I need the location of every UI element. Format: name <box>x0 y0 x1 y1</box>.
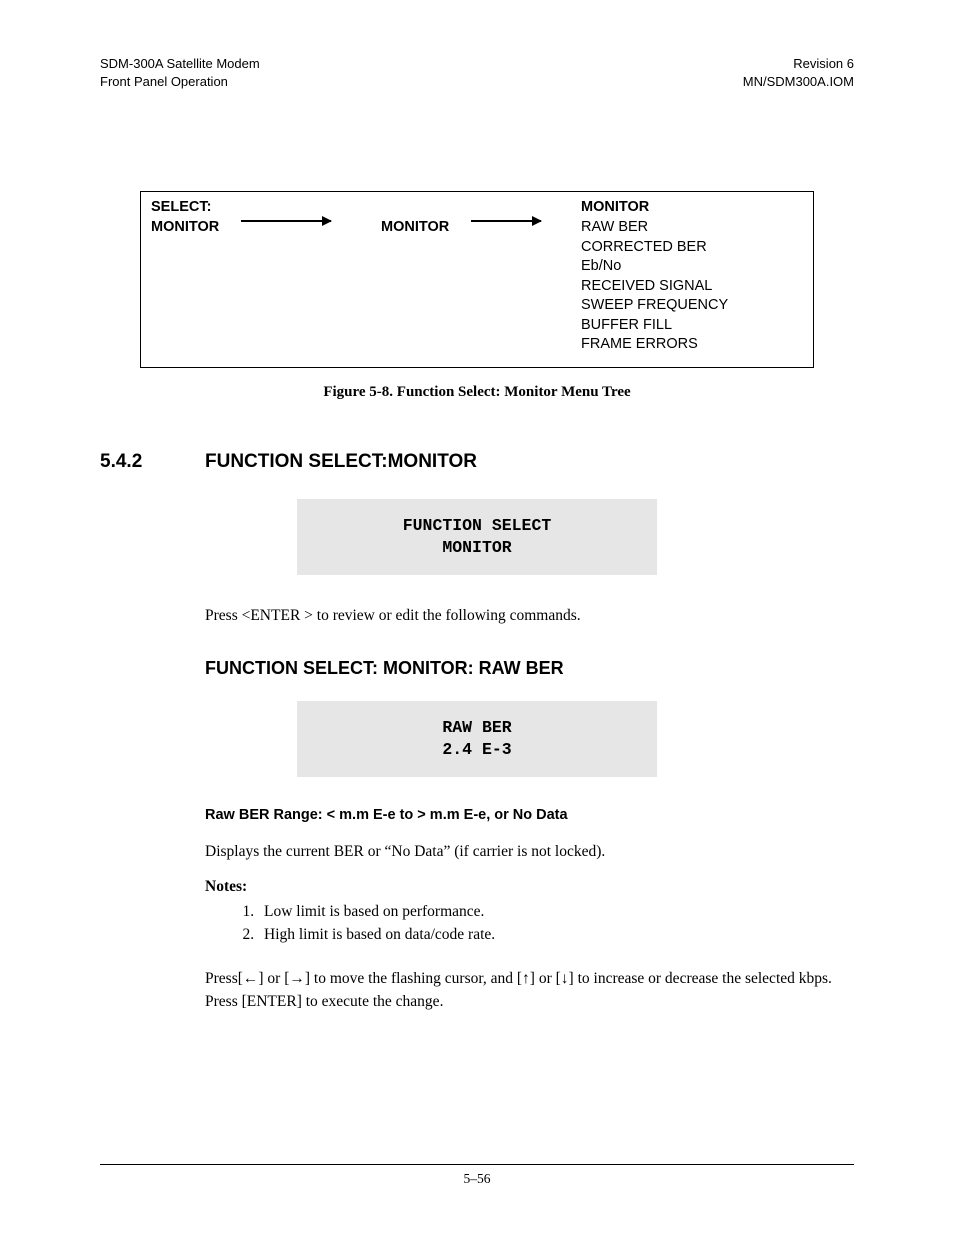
header-right: Revision 6 MN/SDM300A.IOM <box>743 55 854 91</box>
footer-rule <box>100 1164 854 1165</box>
header-left: SDM-300A Satellite Modem Front Panel Ope… <box>100 55 260 91</box>
header-product: SDM-300A Satellite Modem <box>100 55 260 73</box>
lcd-display: FUNCTION SELECT MONITOR <box>297 499 657 576</box>
menu-item: RAW BER <box>581 218 803 238</box>
menu-item: CORRECTED BER <box>581 238 803 258</box>
lcd-line-1: FUNCTION SELECT <box>307 515 647 537</box>
body-paragraph: Displays the current BER or “No Data” (i… <box>205 841 854 863</box>
lcd-line-1: RAW BER <box>307 717 647 739</box>
document-page: SDM-300A Satellite Modem Front Panel Ope… <box>0 0 954 1235</box>
section-number: 5.4.2 <box>100 451 205 473</box>
menu-select-label: SELECT: <box>151 198 241 218</box>
menu-item: RECEIVED SIGNAL <box>581 277 803 297</box>
note-item: High limit is based on data/code rate. <box>258 923 854 946</box>
arrow-icon <box>241 198 381 222</box>
range-spec: Raw BER Range: < m.m E-e to > m.m E-e, o… <box>205 807 854 823</box>
menu-level-1: SELECT: MONITOR <box>151 198 241 237</box>
menu-item: FRAME ERRORS <box>581 335 803 355</box>
lcd-line-2: MONITOR <box>307 537 647 559</box>
section-title: FUNCTION SELECT:MONITOR <box>205 451 477 473</box>
header-revision: Revision 6 <box>743 55 854 73</box>
body-paragraph: Press <ENTER > to review or edit the fol… <box>205 605 854 627</box>
notes-heading: Notes: <box>205 878 854 896</box>
section-heading: 5.4.2 FUNCTION SELECT:MONITOR <box>100 451 854 473</box>
lcd-display: RAW BER 2.4 E-3 <box>297 701 657 778</box>
notes-list: Low limit is based on performance. High … <box>100 900 854 947</box>
arrow-icon <box>471 198 581 222</box>
page-number: 5–56 <box>0 1171 954 1187</box>
figure-caption: Figure 5-8. Function Select: Monitor Men… <box>100 384 854 401</box>
menu-item: BUFFER FILL <box>581 316 803 336</box>
menu-item: Eb/No <box>581 257 803 277</box>
menu-monitor-label-1: MONITOR <box>151 218 241 238</box>
body-paragraph: Press[←] or [→] to move the flashing cur… <box>205 968 854 1013</box>
menu-monitor-label-2: MONITOR <box>381 219 449 235</box>
menu-item: SWEEP FREQUENCY <box>581 296 803 316</box>
menu-tree-diagram: SELECT: MONITOR MONITOR MONITOR RAW BER … <box>140 191 814 368</box>
menu-monitor-label-3: MONITOR <box>581 198 803 218</box>
menu-level-2: MONITOR <box>381 198 471 238</box>
menu-level-3: MONITOR RAW BER CORRECTED BER Eb/No RECE… <box>581 198 803 355</box>
note-item: Low limit is based on performance. <box>258 900 854 923</box>
subsection-heading: FUNCTION SELECT: MONITOR: RAW BER <box>205 658 854 679</box>
header-chapter: Front Panel Operation <box>100 73 260 91</box>
header-docid: MN/SDM300A.IOM <box>743 73 854 91</box>
lcd-line-2: 2.4 E-3 <box>307 739 647 761</box>
page-header: SDM-300A Satellite Modem Front Panel Ope… <box>100 55 854 91</box>
